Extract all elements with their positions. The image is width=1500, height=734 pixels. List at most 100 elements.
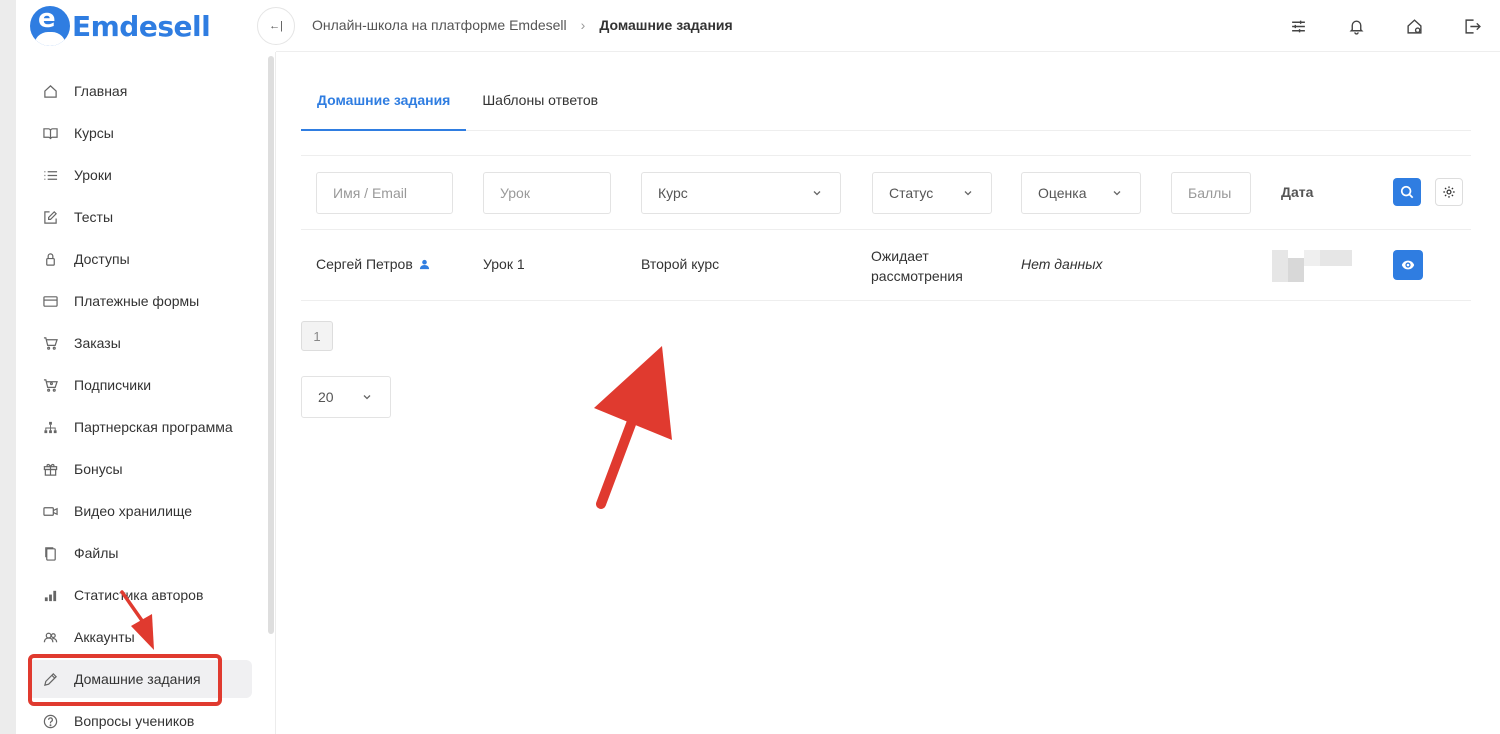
chevron-down-icon <box>813 191 821 196</box>
chevron-down-icon <box>363 395 371 400</box>
status-cell: Ожидает рассмотрения <box>871 246 963 286</box>
date-column-label[interactable]: Дата <box>1281 184 1313 200</box>
sidebar-nav: Главная Курсы Уроки Тесты Доступы Платеж… <box>28 72 252 734</box>
video-icon <box>42 503 58 519</box>
points-filter[interactable]: Баллы <box>1171 172 1251 214</box>
sidebar-item-accounts[interactable]: Аккаунты <box>28 618 252 656</box>
grade-select[interactable]: Оценка <box>1021 172 1141 214</box>
sidebar-item-label: Подписчики <box>74 377 152 393</box>
logout-icon[interactable] <box>1462 16 1482 36</box>
sidebar-item-access[interactable]: Доступы <box>28 240 252 278</box>
grade-cell: Нет данных <box>1021 256 1103 272</box>
breadcrumb-current: Домашние задания <box>599 17 733 33</box>
brand-logo[interactable]: e Emdesell <box>30 6 211 46</box>
collapse-icon: ←| <box>269 20 283 32</box>
table-settings-button[interactable] <box>1435 178 1463 206</box>
gear-icon <box>1443 186 1455 198</box>
view-button[interactable] <box>1393 250 1423 280</box>
course-select-value: Курс <box>658 185 688 201</box>
sidebar-item-label: Уроки <box>74 167 112 183</box>
brand-name: Emdesell <box>72 9 211 43</box>
files-icon <box>42 545 58 561</box>
chevron-down-icon <box>1113 191 1121 196</box>
status-select[interactable]: Статус <box>872 172 992 214</box>
status-select-value: Статус <box>889 185 934 201</box>
bar-chart-icon <box>42 587 58 603</box>
user-icon <box>419 259 429 269</box>
home-settings-icon[interactable] <box>1404 16 1424 36</box>
sidebar-item-label: Курсы <box>74 125 114 141</box>
logo-icon: e <box>30 6 70 46</box>
sidebar-item-files[interactable]: Файлы <box>28 534 252 572</box>
student-name: Сергей Петров <box>316 256 413 272</box>
sidebar-item-label: Аккаунты <box>74 629 135 645</box>
sidebar-item-label: Главная <box>74 83 128 99</box>
question-circle-icon <box>42 713 58 729</box>
filter-row: Имя / Email Урок Курс Статус Оценка Балл… <box>301 155 1471 230</box>
status-line-1: Ожидает <box>871 248 929 264</box>
sidebar-scrollbar[interactable] <box>268 56 274 634</box>
breadcrumb-separator: › <box>580 17 586 33</box>
sidebar-item-home[interactable]: Главная <box>28 72 252 110</box>
header-actions <box>1288 16 1482 36</box>
sidebar-item-video-storage[interactable]: Видео хранилище <box>28 492 252 530</box>
search-button[interactable] <box>1393 178 1421 206</box>
sidebar-item-tests[interactable]: Тесты <box>28 198 252 236</box>
book-icon <box>42 125 58 141</box>
sliders-icon[interactable] <box>1288 16 1308 36</box>
sidebar-item-orders[interactable]: Заказы <box>28 324 252 362</box>
gift-icon <box>42 461 58 477</box>
course-select[interactable]: Курс <box>641 172 841 214</box>
sidebar-item-label: Статистика авторов <box>74 587 204 603</box>
sidebar-item-label: Тесты <box>74 209 114 225</box>
sidebar-item-label: Доступы <box>74 251 130 267</box>
search-icon <box>1400 185 1414 199</box>
tab-answer-templates[interactable]: Шаблоны ответов <box>466 78 614 131</box>
table-row[interactable]: Сергей Петров Урок 1 Второй курс Ожидает… <box>301 230 1471 301</box>
sidebar-item-subscribers[interactable]: Подписчики <box>28 366 252 404</box>
sidebar-item-payment-forms[interactable]: Платежные формы <box>28 282 252 320</box>
sidebar-item-label: Партнерская программа <box>74 419 233 435</box>
edit-square-icon <box>42 209 58 225</box>
breadcrumb-root[interactable]: Онлайн-школа на платформе Emdesell <box>312 17 567 33</box>
eye-icon <box>1401 260 1415 270</box>
per-page-select[interactable]: 20 <box>301 376 391 418</box>
sidebar-item-label: Вопросы учеников <box>74 713 195 729</box>
list-icon <box>42 167 58 183</box>
credit-card-icon <box>42 293 58 309</box>
breadcrumb: Онлайн-школа на платформе Emdesell › Дом… <box>312 17 733 33</box>
bell-icon[interactable] <box>1346 16 1366 36</box>
lesson-cell: Урок 1 <box>483 256 525 272</box>
pencil-icon <box>42 671 58 687</box>
sidebar-divider <box>275 52 276 734</box>
grade-select-value: Оценка <box>1038 185 1087 201</box>
pagination-page-1[interactable]: 1 <box>301 321 333 351</box>
cart-person-icon <box>42 377 58 393</box>
lesson-filter[interactable]: Урок <box>483 172 611 214</box>
tabs: Домашние задания Шаблоны ответов <box>301 78 1471 131</box>
home-icon <box>42 83 58 99</box>
sidebar-item-label: Бонусы <box>74 461 123 477</box>
users-icon <box>42 629 58 645</box>
hierarchy-icon <box>42 419 58 435</box>
name-email-filter[interactable]: Имя / Email <box>316 172 453 214</box>
sidebar-item-label: Платежные формы <box>74 293 200 309</box>
sidebar: e Emdesell Главная Курсы Уроки Тесты Дос… <box>16 0 276 734</box>
collapse-sidebar-button[interactable]: ←| <box>257 7 295 45</box>
sidebar-item-label: Заказы <box>74 335 121 351</box>
tab-homework[interactable]: Домашние задания <box>301 78 467 131</box>
sidebar-item-partner-program[interactable]: Партнерская программа <box>28 408 252 446</box>
sidebar-item-bonuses[interactable]: Бонусы <box>28 450 252 488</box>
sidebar-item-homework[interactable]: Домашние задания <box>28 660 252 698</box>
sidebar-item-courses[interactable]: Курсы <box>28 114 252 152</box>
cart-icon <box>42 335 58 351</box>
course-cell: Второй курс <box>641 256 720 272</box>
chevron-down-icon <box>964 191 972 196</box>
student-name-cell[interactable]: Сергей Петров <box>316 256 430 272</box>
sidebar-item-student-questions[interactable]: Вопросы учеников <box>28 702 252 734</box>
app-window: e Emdesell Главная Курсы Уроки Тесты Дос… <box>16 0 1500 734</box>
sidebar-item-lessons[interactable]: Уроки <box>28 156 252 194</box>
lock-icon <box>42 251 58 267</box>
redacted-date <box>1272 250 1352 282</box>
sidebar-item-author-stats[interactable]: Статистика авторов <box>28 576 252 614</box>
